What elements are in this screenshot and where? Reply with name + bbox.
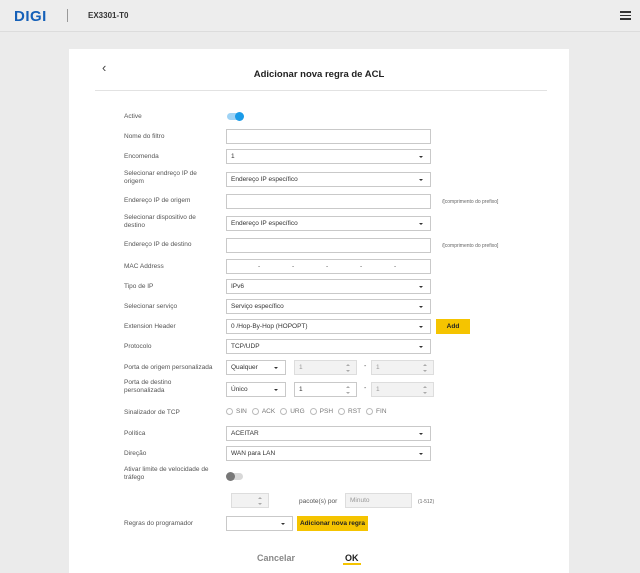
dst-device-select[interactable]: Endereço IP específico — [226, 216, 431, 231]
dst-ip-input[interactable] — [226, 238, 431, 253]
dst-port-from-input[interactable]: 1 — [294, 382, 357, 397]
dst-port-dash: - — [364, 385, 367, 392]
mac-separator: - — [394, 263, 397, 270]
cancel-button[interactable]: Cancelar — [257, 553, 295, 563]
tcp-flag-ack[interactable]: ACK — [247, 408, 275, 415]
ext-header-label: Extension Header — [124, 323, 176, 330]
direction-select[interactable]: WAN para LAN — [226, 446, 431, 461]
rate-limit-toggle[interactable] — [226, 472, 243, 481]
digi-logo[interactable]: DIGI — [14, 8, 47, 25]
dst-device-label: Selecionar dispositivo de destino — [124, 214, 196, 229]
device-model: EX3301-T0 — [88, 11, 129, 20]
scheduler-label: Regras do programador — [124, 520, 194, 527]
title-divider — [95, 90, 547, 91]
protocol-select[interactable]: TCP/UDP — [226, 339, 431, 354]
dst-port-to-input[interactable]: 1 — [371, 382, 434, 397]
src-port-dash: - — [364, 363, 367, 370]
top-bar: DIGI EX3301-T0 — [0, 0, 640, 32]
filter-name-label: Nome do filtro — [124, 133, 165, 140]
dst-ip-label: Endereço IP de destino — [124, 241, 192, 248]
policy-label: Política — [124, 430, 146, 437]
service-label: Selecionar serviço — [124, 303, 178, 310]
order-select[interactable]: 1 — [226, 149, 431, 164]
hamburger-menu-icon[interactable] — [620, 11, 631, 20]
packets-per-label: pacote(s) por — [299, 498, 338, 505]
direction-label: Direção — [124, 450, 147, 457]
mac-separator: - — [258, 263, 261, 270]
tcp-flag-rst[interactable]: RST — [333, 408, 361, 415]
src-ip-input[interactable] — [226, 194, 431, 209]
src-port-mode-select[interactable]: Qualquer — [226, 360, 286, 375]
ext-header-select[interactable]: 0 /Hop-By-Hop (HOPOPT) — [226, 319, 431, 334]
active-toggle[interactable] — [227, 112, 244, 121]
add-scheduler-rule-button[interactable]: Adicionar nova regra — [297, 516, 368, 531]
tcp-flag-urg[interactable]: URG — [275, 408, 305, 415]
service-select[interactable]: Serviço específico — [226, 299, 431, 314]
dst-port-label: Porta de destino personalizada — [124, 379, 172, 394]
filter-name-input[interactable] — [226, 129, 431, 144]
mac-label: MAC Address — [124, 263, 164, 270]
rate-limit-range-hint: (1-512) — [418, 499, 435, 505]
dst-port-mode-select[interactable]: Único — [226, 382, 286, 397]
tcp-flag-psh[interactable]: PSH — [305, 408, 333, 415]
rate-limit-label: Ativar limite de velocidade de tráfego — [124, 466, 209, 481]
src-ip-label: Endereço IP de origem — [124, 197, 191, 204]
mac-address-input[interactable] — [226, 259, 431, 274]
ip-type-label: Tipo de IP — [124, 283, 154, 290]
add-ext-header-button[interactable]: Add — [436, 319, 470, 334]
mac-separator: - — [360, 263, 363, 270]
ok-button[interactable]: OK — [343, 553, 361, 565]
src-port-from-input[interactable]: 1 — [294, 360, 357, 375]
rate-limit-count-input[interactable] — [231, 493, 269, 508]
ip-type-select[interactable]: IPv6 — [226, 279, 431, 294]
src-port-to-input[interactable]: 1 — [371, 360, 434, 375]
mac-separator: - — [292, 263, 295, 270]
tcp-flag-fin[interactable]: FIN — [361, 408, 387, 415]
src-ip-type-select[interactable]: Endereço IP específico — [226, 172, 431, 187]
header-divider — [67, 9, 68, 22]
active-label: Active — [124, 113, 142, 120]
scheduler-select[interactable] — [226, 516, 293, 531]
order-label: Encomenda — [124, 153, 159, 160]
tcp-flags-label: Sinalizador de TCP — [124, 409, 180, 416]
src-ip-prefix-hint: /[comprimento do prefixo] — [442, 199, 499, 205]
src-ip-type-label: Selecionar endreço IP de origem — [124, 170, 197, 185]
tcp-flag-sin[interactable]: SIN — [226, 408, 247, 415]
page-title: Adicionar nova regra de ACL — [253, 69, 385, 80]
policy-select[interactable]: ACEITAR — [226, 426, 431, 441]
dst-ip-prefix-hint: /[comprimento do prefixo] — [442, 243, 499, 249]
src-port-label: Porta de origem personalizada — [124, 364, 213, 371]
rate-limit-unit-select[interactable]: Minuto — [345, 493, 412, 508]
mac-separator: - — [326, 263, 329, 270]
protocol-label: Protocolo — [124, 343, 152, 350]
tcp-flags-group: SIN ACK URG PSH RST FIN — [226, 408, 387, 415]
